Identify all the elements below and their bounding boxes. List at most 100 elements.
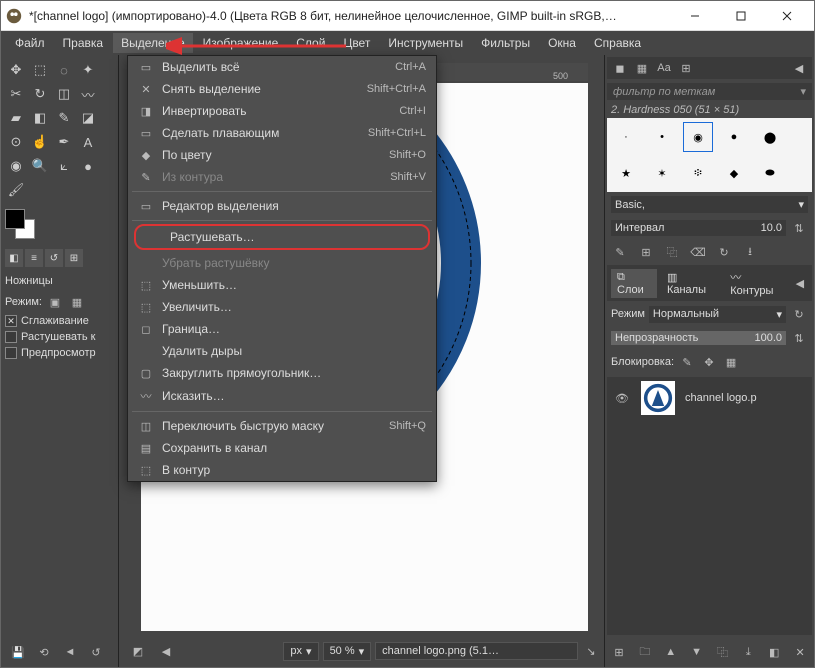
brush-item[interactable]: ● bbox=[719, 122, 749, 152]
brush-item[interactable]: ◆ bbox=[719, 158, 749, 188]
brush-item[interactable]: ◉ bbox=[683, 122, 713, 152]
dock-menu-icon[interactable]: ◀ bbox=[792, 274, 808, 292]
edit-brush-icon[interactable]: ✎ bbox=[611, 243, 629, 261]
menu-distort[interactable]: 〰Исказить… bbox=[128, 384, 436, 408]
smudge-tool[interactable]: ☝ bbox=[29, 131, 51, 153]
menu-shrink[interactable]: ⬚Уменьшить… bbox=[128, 274, 436, 296]
tab-layers[interactable]: ⧉ Слои bbox=[611, 269, 657, 298]
transform-tool[interactable]: ◫ bbox=[53, 83, 75, 105]
quickmask-icon[interactable]: ◩ bbox=[129, 642, 147, 660]
menu-layer[interactable]: Слой bbox=[288, 33, 333, 53]
restore-icon[interactable]: ⟲ bbox=[35, 643, 53, 661]
tab-paths[interactable]: 〰 Контуры bbox=[724, 267, 788, 299]
clone-tool[interactable]: ⊙ bbox=[5, 131, 27, 153]
mode-reset-icon[interactable]: ↻ bbox=[790, 305, 808, 323]
menu-selection[interactable]: Выделение bbox=[113, 33, 193, 53]
dup-layer-icon[interactable]: ⿻ bbox=[715, 643, 731, 661]
rotate-tool[interactable]: ↻ bbox=[29, 83, 51, 105]
menu-invert[interactable]: ◨ИнвертироватьCtrl+I bbox=[128, 100, 436, 122]
new-brush-icon[interactable]: ⊞ bbox=[637, 243, 655, 261]
tool-tab-4[interactable]: ⊞ bbox=[65, 249, 83, 267]
brush-preset-select[interactable]: Basic,▾ bbox=[611, 196, 808, 213]
mode-replace-icon[interactable]: ▣ bbox=[46, 293, 64, 311]
eraser-tool[interactable]: ◪ bbox=[77, 107, 99, 129]
brush-item[interactable]: ⬤ bbox=[755, 122, 785, 152]
reset-icon[interactable]: ↺ bbox=[87, 643, 105, 661]
menu-grow[interactable]: ⬚Увеличить… bbox=[128, 296, 436, 318]
fuzzy-select-tool[interactable]: ✦ bbox=[77, 59, 99, 81]
brushes-tab-icon[interactable]: ◼ bbox=[611, 59, 629, 77]
maximize-button[interactable] bbox=[718, 1, 764, 31]
patterns-tab-icon[interactable]: ▦ bbox=[633, 59, 651, 77]
fonts-tab-icon[interactable]: Aa bbox=[655, 59, 673, 77]
menu-image[interactable]: Изображение bbox=[195, 33, 287, 53]
merge-layer-icon[interactable]: ⤓ bbox=[740, 643, 756, 661]
menu-color[interactable]: Цвет bbox=[335, 33, 378, 53]
menu-save-channel[interactable]: ▤Сохранить в канал bbox=[128, 437, 436, 459]
menu-to-path[interactable]: ⬚В контур bbox=[128, 459, 436, 481]
opacity-stepper[interactable]: ⇅ bbox=[790, 329, 808, 347]
delete-layer-icon[interactable]: ✕ bbox=[792, 643, 808, 661]
dup-brush-icon[interactable]: ⿻ bbox=[663, 243, 681, 261]
pencil-tool[interactable]: ✎ bbox=[53, 107, 75, 129]
layer-row[interactable]: 👁 channel logo.p bbox=[607, 377, 812, 419]
brush-item[interactable]: ★ bbox=[611, 158, 641, 188]
brush-item[interactable]: ፨ bbox=[683, 158, 713, 188]
brush-item[interactable]: ✶ bbox=[647, 158, 677, 188]
brush-filter[interactable]: фильтр по меткам▾ bbox=[607, 83, 812, 100]
text-tool[interactable]: A bbox=[77, 131, 99, 153]
menu-quickmask[interactable]: ◫Переключить быструю маскуShift+Q bbox=[128, 415, 436, 437]
menu-round-rect[interactable]: ▢Закруглить прямоугольник… bbox=[128, 362, 436, 384]
minimize-button[interactable] bbox=[672, 1, 718, 31]
brush-grid[interactable]: · • ◉ ● ⬤ ★ ✶ ፨ ◆ ⬬ bbox=[607, 118, 812, 192]
antialias-check[interactable]: ✕ bbox=[5, 315, 17, 327]
blend-mode-select[interactable]: Нормальный▾ bbox=[649, 306, 786, 323]
menu-select-all[interactable]: ▭Выделить всёCtrl+A bbox=[128, 56, 436, 78]
menu-feather[interactable]: Растушевать… bbox=[134, 224, 430, 250]
menu-file[interactable]: Файл bbox=[7, 33, 53, 53]
brush-item[interactable]: • bbox=[647, 122, 677, 152]
brush-spacing[interactable]: Интервал 10.0 bbox=[611, 220, 786, 236]
menu-select-none[interactable]: ✕Снять выделениеShift+Ctrl+A bbox=[128, 78, 436, 100]
measure-tool[interactable]: ⟀ bbox=[53, 155, 75, 177]
tool-tab-1[interactable]: ◧ bbox=[5, 249, 23, 267]
menu-float[interactable]: ▭Сделать плавающимShift+Ctrl+L bbox=[128, 122, 436, 144]
ink-tool[interactable]: ● bbox=[77, 155, 99, 177]
delete-icon[interactable]: ◄ bbox=[61, 643, 79, 661]
mode-add-icon[interactable]: ▦ bbox=[68, 293, 86, 311]
refresh-brush-icon[interactable]: ↻ bbox=[715, 243, 733, 261]
menu-windows[interactable]: Окна bbox=[540, 33, 584, 53]
zoom-select[interactable]: 50 %▾ bbox=[323, 642, 372, 661]
lock-position-icon[interactable]: ✥ bbox=[700, 353, 718, 371]
brush-item[interactable]: ⬬ bbox=[755, 158, 785, 188]
bucket-tool[interactable]: ▰ bbox=[5, 107, 27, 129]
lock-alpha-icon[interactable]: ▦ bbox=[722, 353, 740, 371]
menu-filters[interactable]: Фильтры bbox=[473, 33, 538, 53]
tab-channels[interactable]: ▥ Каналы bbox=[661, 269, 720, 298]
warp-tool[interactable]: 〰 bbox=[77, 83, 99, 105]
menu-border[interactable]: ◻Граница… bbox=[128, 318, 436, 340]
dock-menu-icon[interactable]: ◀ bbox=[790, 59, 808, 77]
lower-layer-icon[interactable]: ▼ bbox=[689, 643, 705, 661]
new-layer-icon[interactable]: ⊞ bbox=[611, 643, 627, 661]
lock-pixels-icon[interactable]: ✎ bbox=[678, 353, 696, 371]
mask-layer-icon[interactable]: ◧ bbox=[766, 643, 782, 661]
path-tool[interactable]: ✒ bbox=[53, 131, 75, 153]
new-group-icon[interactable]: 🗀 bbox=[637, 643, 653, 661]
spacing-stepper[interactable]: ⇅ bbox=[790, 219, 808, 237]
unit-select[interactable]: px▾ bbox=[283, 642, 318, 661]
menu-tools[interactable]: Инструменты bbox=[380, 33, 471, 53]
free-select-tool[interactable]: ◌ bbox=[53, 59, 75, 81]
move-tool[interactable]: ✥ bbox=[5, 59, 27, 81]
opacity-slider[interactable]: Непрозрачность 100.0 bbox=[611, 331, 786, 345]
feather-check[interactable] bbox=[5, 331, 17, 343]
tool-tab-3[interactable]: ↺ bbox=[45, 249, 63, 267]
menu-help[interactable]: Справка bbox=[586, 33, 649, 53]
brush-item[interactable]: · bbox=[611, 122, 641, 152]
fg-color[interactable] bbox=[5, 209, 25, 229]
zoom-tool[interactable]: 🔍 bbox=[29, 155, 51, 177]
raise-layer-icon[interactable]: ▲ bbox=[663, 643, 679, 661]
del-brush-icon[interactable]: ⌫ bbox=[689, 243, 707, 261]
nav-icon[interactable]: ↘ bbox=[582, 642, 600, 660]
menu-remove-holes[interactable]: Удалить дыры bbox=[128, 340, 436, 362]
